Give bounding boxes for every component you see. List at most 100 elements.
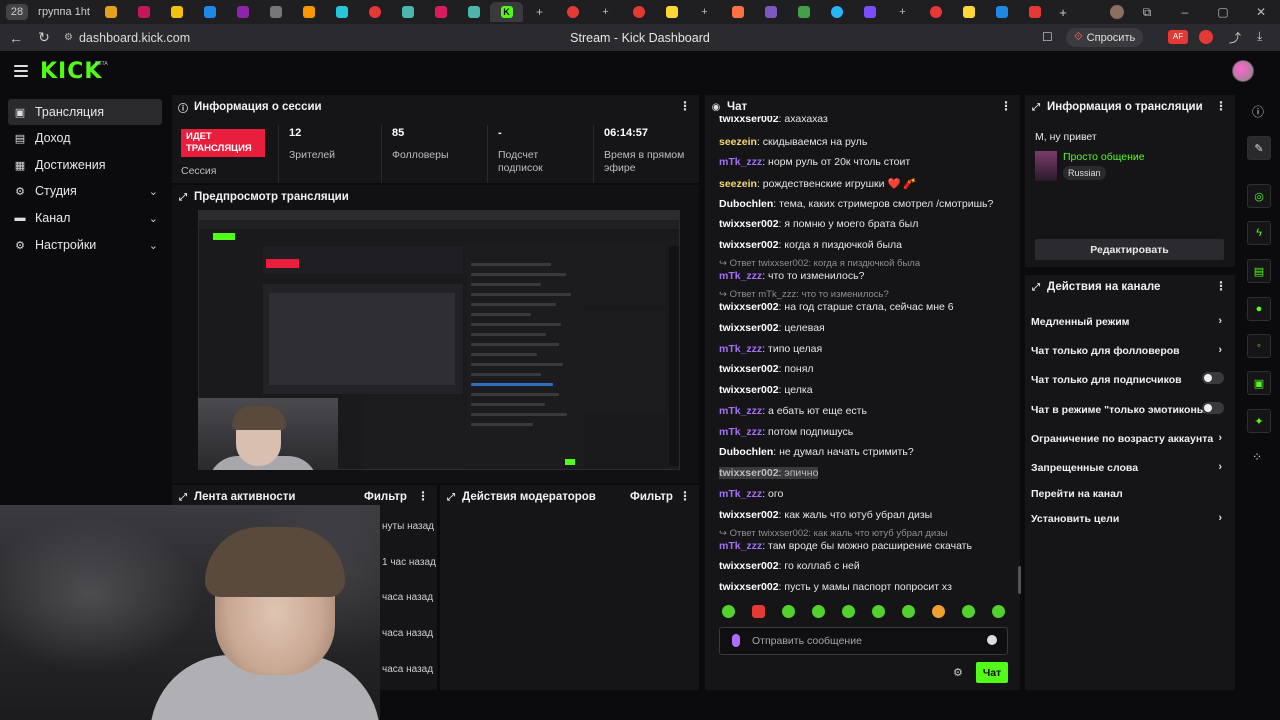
- action-account-age[interactable]: Ограничение по возрасту аккаунта ›: [1031, 432, 1226, 445]
- tab-favicon-3[interactable]: [160, 2, 193, 22]
- broadcast-signal-icon[interactable]: ◦: [1247, 334, 1271, 358]
- subscribers-only-toggle[interactable]: [1202, 372, 1224, 384]
- chat-message[interactable]: mTk_zzz: а ебать ют еще есть: [719, 405, 867, 417]
- close-icon[interactable]: ✕: [1248, 2, 1274, 22]
- chat-message[interactable]: seezein: рождественские игрушки ❤️ 🧨: [719, 177, 917, 190]
- back-icon[interactable]: ←: [2, 24, 30, 51]
- tab-favicon-27[interactable]: [985, 2, 1018, 22]
- emote-icon[interactable]: [932, 605, 945, 618]
- emote-icon[interactable]: [782, 605, 795, 618]
- emote-icon[interactable]: [872, 605, 885, 618]
- tab-favicon-16[interactable]: [622, 2, 655, 22]
- sidebar-item-settings[interactable]: ⚙ Настройки ⌄: [8, 232, 162, 258]
- emote-icon[interactable]: [752, 605, 765, 618]
- tab-favicon-15[interactable]: +: [589, 2, 622, 22]
- tab-favicon-2[interactable]: [127, 2, 160, 22]
- chat-settings-gear-icon[interactable]: ⚙: [953, 666, 963, 679]
- document-icon[interactable]: ▤: [1247, 259, 1271, 283]
- share-icon[interactable]: ⤴: [1229, 29, 1241, 46]
- tab-favicon-9[interactable]: [358, 2, 391, 22]
- chat-username[interactable]: mTk_zzz: [719, 405, 762, 417]
- kebab-menu-icon[interactable]: ⋮: [1215, 279, 1227, 293]
- chat-message[interactable]: mTk_zzz: ого: [719, 488, 783, 500]
- chat-message[interactable]: Dubochlen: не думал начать стримить?: [719, 446, 914, 458]
- chat-bubble-icon[interactable]: ●: [1247, 297, 1271, 321]
- tab-group-label[interactable]: группа 1ht: [34, 2, 94, 22]
- chat-message[interactable]: twixxser002: понял: [719, 363, 814, 375]
- chat-message-highlighted[interactable]: twixxser002: эпично: [719, 467, 819, 479]
- emote-icon[interactable]: [992, 605, 1005, 618]
- chat-message[interactable]: mTk_zzz: что то изменилось?: [719, 270, 864, 282]
- layout-icon[interactable]: ▣: [1247, 371, 1271, 395]
- chat-message[interactable]: twixxser002: я помню у моего брата был: [719, 218, 918, 230]
- emoji-icon[interactable]: [987, 635, 997, 645]
- emote-icon[interactable]: [722, 605, 735, 618]
- tab-favicon-18[interactable]: +: [688, 2, 721, 22]
- chat-message[interactable]: twixxser002: го коллаб с ней: [719, 560, 860, 572]
- url-field[interactable]: ⚙ dashboard.kick.com: [64, 31, 190, 45]
- action-followers-only[interactable]: Чат только для фолловеров ›: [1031, 344, 1226, 357]
- chat-message[interactable]: mTk_zzz: норм руль от 20к чтоль стоит: [719, 156, 910, 168]
- lightning-icon[interactable]: ϟ: [1247, 221, 1271, 245]
- sidebar-item-broadcast[interactable]: ▣ Трансляция: [8, 99, 162, 125]
- action-banned-words[interactable]: Запрещенные слова ›: [1031, 461, 1226, 474]
- stream-category[interactable]: Просто общение: [1063, 151, 1145, 163]
- chat-username[interactable]: mTk_zzz: [719, 540, 762, 552]
- tab-favicon-28[interactable]: [1018, 2, 1051, 22]
- tab-favicon-6[interactable]: [259, 2, 292, 22]
- chat-message[interactable]: mTk_zzz: типо целая: [719, 343, 822, 355]
- chat-message[interactable]: twixxser002: когда я пиздючкой была: [719, 239, 902, 251]
- tab-favicon-14[interactable]: [556, 2, 589, 22]
- chat-username[interactable]: twixxser002: [719, 467, 779, 479]
- chat-message[interactable]: twixxser002: пусть у мамы паспорт попрос…: [719, 581, 952, 593]
- tab-favicon-19[interactable]: [721, 2, 754, 22]
- camera-icon[interactable]: ◎: [1247, 184, 1271, 208]
- chat-username[interactable]: mTk_zzz: [719, 156, 762, 168]
- kebab-menu-icon[interactable]: ⋮: [417, 489, 429, 503]
- profile-avatar[interactable]: [1110, 5, 1124, 19]
- bookmark-icon[interactable]: ☐: [1042, 30, 1053, 44]
- action-emotes-only[interactable]: Чат в режиме "только эмотиконы": [1031, 402, 1226, 416]
- chat-message[interactable]: mTk_zzz: потом подпишусь: [719, 426, 853, 438]
- emote-icon[interactable]: [962, 605, 975, 618]
- emote-icon[interactable]: [902, 605, 915, 618]
- sidebar-item-channel[interactable]: ▬ Канал ⌄: [8, 205, 162, 231]
- tab-favicon-22[interactable]: [820, 2, 853, 22]
- kebab-menu-icon[interactable]: ⋮: [679, 99, 691, 113]
- action-subscribers-only[interactable]: Чат только для подписчиков: [1031, 372, 1226, 386]
- sidebar-item-income[interactable]: ▤ Доход: [8, 125, 162, 151]
- chat-username[interactable]: twixxser002: [719, 509, 779, 521]
- chat-message[interactable]: Dubochlen: тема, каких стримеров смотрел…: [719, 198, 993, 210]
- chat-username[interactable]: Dubochlen: [719, 446, 773, 458]
- tab-favicon-10[interactable]: [391, 2, 424, 22]
- ask-button[interactable]: ⟐ Спросить: [1066, 28, 1144, 47]
- tab-favicon-26[interactable]: [952, 2, 985, 22]
- tab-favicon-4[interactable]: [193, 2, 226, 22]
- action-slow-mode[interactable]: Медленный режим ›: [1031, 315, 1226, 328]
- tab-favicon-20[interactable]: [754, 2, 787, 22]
- chat-username[interactable]: twixxser002: [719, 363, 779, 375]
- chat-message[interactable]: twixxser002: на год старше стала, сейчас…: [719, 301, 954, 313]
- chat-username[interactable]: Dubochlen: [719, 198, 773, 210]
- kebab-menu-icon[interactable]: ⋮: [1215, 99, 1227, 113]
- chat-username[interactable]: mTk_zzz: [719, 488, 762, 500]
- chat-username[interactable]: mTk_zzz: [719, 343, 762, 355]
- chat-username[interactable]: twixxser002: [719, 322, 779, 334]
- sidebar-item-studio[interactable]: ⚙ Студия ⌄: [8, 178, 162, 204]
- chat-username[interactable]: twixxser002: [719, 384, 779, 396]
- kebab-menu-icon[interactable]: ⋮: [679, 489, 691, 503]
- maximize-icon[interactable]: ▢: [1210, 2, 1236, 22]
- tab-favicon-11[interactable]: [424, 2, 457, 22]
- chat-username[interactable]: twixxser002: [719, 581, 779, 593]
- chat-username[interactable]: twixxser002: [719, 116, 779, 125]
- tab-favicon-23[interactable]: [853, 2, 886, 22]
- edit-pencil-icon[interactable]: ✎: [1247, 136, 1271, 160]
- kick-logo[interactable]: KICK: [40, 59, 102, 84]
- action-set-goals[interactable]: Установить цели ›: [1031, 512, 1226, 525]
- chat-reply-context[interactable]: ↪ Ответ twixxser002: как жаль что ютуб у…: [719, 528, 947, 539]
- chat-username[interactable]: twixxser002: [719, 218, 779, 230]
- tab-favicon-24[interactable]: +: [886, 2, 919, 22]
- nodes-icon[interactable]: ⁘: [1252, 450, 1262, 464]
- microphone-icon[interactable]: [732, 634, 740, 647]
- chat-username[interactable]: twixxser002: [719, 301, 779, 313]
